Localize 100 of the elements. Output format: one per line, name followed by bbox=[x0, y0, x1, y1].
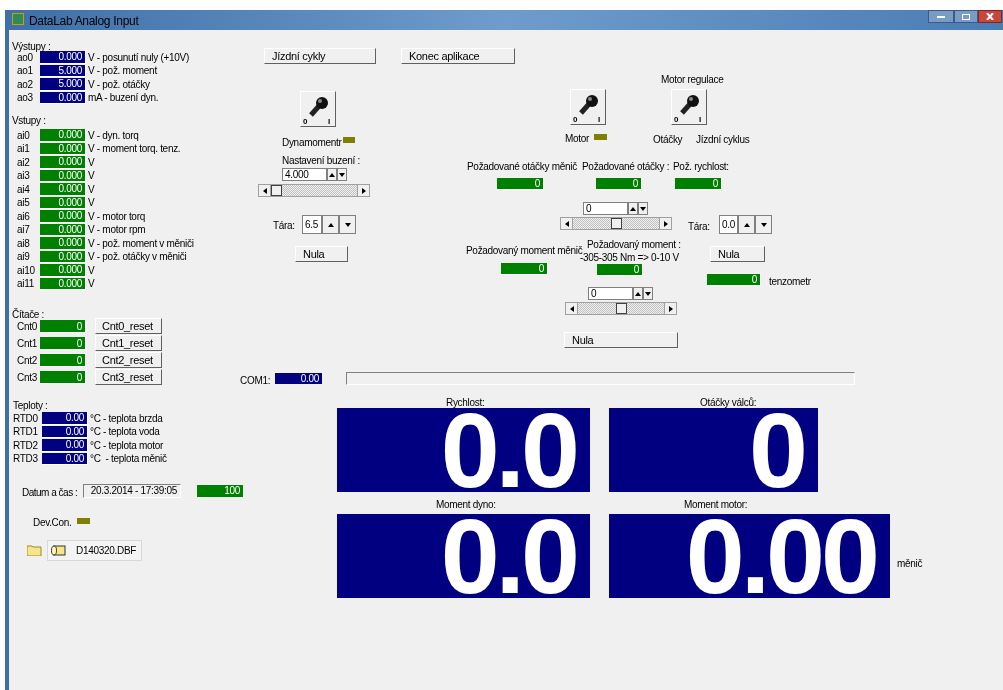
switch-label: I bbox=[699, 115, 701, 124]
channel-label: ao0 bbox=[17, 51, 33, 65]
scrollbar[interactable] bbox=[560, 217, 672, 230]
down-arrow-icon bbox=[640, 206, 646, 211]
excitation-label: Nastavení buzení : bbox=[282, 154, 360, 168]
display-label: Rychlost: bbox=[446, 396, 485, 410]
channel-label: ai5 bbox=[17, 196, 31, 211]
readout-label: Požadované otáčky měnič bbox=[467, 160, 577, 174]
scrollbar[interactable] bbox=[565, 302, 677, 315]
maximize-icon bbox=[962, 13, 970, 20]
input-field[interactable]: 6.5 bbox=[302, 215, 322, 234]
switch-label: I bbox=[598, 115, 600, 124]
key-switch-icon bbox=[579, 93, 599, 115]
channel-label: ai3 bbox=[17, 169, 31, 184]
dynamometer-label: Dynamomentr bbox=[282, 136, 342, 150]
range-label: -305-305 Nm => 0-10 V bbox=[580, 252, 679, 265]
unit-label: V bbox=[88, 155, 95, 170]
channel-label: ai8 bbox=[17, 236, 31, 251]
scroll-left-button[interactable] bbox=[566, 303, 578, 314]
channel-label: ai7 bbox=[17, 223, 31, 238]
display-label: Otáčky válců: bbox=[700, 396, 757, 410]
spin-down-button[interactable] bbox=[638, 202, 648, 215]
reset-button[interactable]: Cnt0_reset bbox=[95, 318, 162, 334]
channel-label: ai0 bbox=[17, 128, 31, 143]
spin-down-button[interactable] bbox=[339, 215, 356, 234]
unit-label: V - pož. moment bbox=[88, 64, 157, 79]
scrollbar[interactable] bbox=[258, 184, 370, 197]
readout-label: Pož. rychlost: bbox=[673, 160, 729, 174]
up-arrow-icon bbox=[329, 172, 335, 177]
tare-label: Tára: bbox=[273, 219, 295, 233]
switch-button[interactable]: 0 I bbox=[300, 91, 336, 127]
value-display: 0.0 bbox=[337, 408, 590, 492]
right-arrow-icon bbox=[361, 187, 366, 194]
channel-label: ai6 bbox=[17, 209, 31, 224]
unit-label: V - dyn. torq bbox=[88, 128, 139, 143]
spin-up-button[interactable] bbox=[628, 202, 638, 215]
value-display: 0 bbox=[707, 274, 761, 286]
value-display: 0.000 bbox=[40, 264, 86, 277]
minimize-button[interactable] bbox=[928, 10, 954, 23]
spin-up-button[interactable] bbox=[633, 287, 643, 300]
unit-label: V bbox=[88, 277, 95, 292]
spin-up-button[interactable] bbox=[327, 168, 337, 181]
value-display: 0.000 bbox=[40, 156, 86, 169]
channel-label: ao2 bbox=[17, 77, 34, 92]
scroll-right-button[interactable] bbox=[357, 185, 369, 196]
channel-label: RTD0 bbox=[13, 411, 39, 426]
key-switch-icon bbox=[680, 93, 700, 115]
scroll-left-button[interactable] bbox=[259, 185, 271, 196]
value-display: 0.000 bbox=[40, 183, 86, 196]
value-display: 0 bbox=[609, 408, 818, 492]
key-switch-icon bbox=[309, 95, 329, 117]
unit-label: V - pož. otáčky bbox=[88, 77, 150, 92]
spin-down-button[interactable] bbox=[755, 215, 772, 234]
zero-button[interactable]: Nula bbox=[295, 246, 348, 262]
date-label: Datum a čas : bbox=[22, 486, 78, 500]
readout-label: Požadovaný moment : bbox=[587, 238, 681, 252]
down-arrow-icon bbox=[344, 222, 351, 227]
switch-label: 0 bbox=[674, 115, 679, 124]
close-button[interactable] bbox=[978, 10, 1002, 23]
input-field[interactable]: 0 bbox=[588, 287, 633, 300]
spin-up-button[interactable] bbox=[322, 215, 339, 234]
right-arrow-icon bbox=[663, 220, 668, 227]
channel-label: ai1 bbox=[17, 142, 31, 157]
scroll-right-button[interactable] bbox=[659, 218, 671, 229]
value-display: 0.000 bbox=[40, 210, 86, 223]
reset-button[interactable]: Cnt3_reset bbox=[95, 369, 162, 385]
switch-button[interactable]: 0 I bbox=[570, 89, 606, 125]
input-field[interactable]: 4.000 bbox=[282, 168, 327, 181]
scroll-left-button[interactable] bbox=[561, 218, 573, 229]
value-display: 100 bbox=[197, 485, 243, 497]
scroll-right-button[interactable] bbox=[664, 303, 676, 314]
action-button[interactable]: Jízdní cykly bbox=[264, 48, 376, 64]
spin-down-button[interactable] bbox=[643, 287, 653, 300]
input-field[interactable]: 0.0 bbox=[719, 215, 738, 234]
right-arrow-icon bbox=[668, 305, 673, 312]
up-arrow-icon bbox=[635, 291, 641, 296]
unit-label: V - posunutí nuly (+10V) bbox=[88, 50, 189, 65]
spin-down-button[interactable] bbox=[337, 168, 347, 181]
action-button[interactable]: Konec aplikace bbox=[401, 48, 515, 64]
value-display: 0.000 bbox=[40, 51, 86, 64]
scroll-thumb[interactable] bbox=[610, 218, 622, 229]
down-arrow-icon bbox=[760, 222, 767, 227]
value-display: 0 bbox=[501, 263, 548, 275]
unit-label: °C - teplota brzda bbox=[90, 411, 163, 426]
window-title: DataLab Analog Input bbox=[29, 13, 139, 30]
spin-up-button[interactable] bbox=[738, 215, 755, 234]
reset-button[interactable]: Cnt2_reset bbox=[95, 352, 162, 368]
file-name: D140320.DBF bbox=[76, 544, 137, 558]
scroll-thumb[interactable] bbox=[615, 303, 627, 314]
value-display: 0 bbox=[596, 178, 642, 190]
maximize-button[interactable] bbox=[954, 10, 978, 23]
scroll-thumb[interactable] bbox=[271, 185, 282, 196]
zero-button[interactable]: Nula bbox=[564, 332, 678, 348]
value-display: 0.00 bbox=[42, 439, 88, 452]
zero-button[interactable]: Nula bbox=[710, 246, 765, 262]
reset-button[interactable]: Cnt1_reset bbox=[95, 335, 162, 351]
tenzometer-label: tenzometr bbox=[769, 275, 811, 289]
input-field[interactable]: 0 bbox=[583, 202, 628, 215]
switch-button[interactable]: 0 I bbox=[671, 89, 707, 125]
channel-label: RTD2 bbox=[13, 438, 39, 453]
